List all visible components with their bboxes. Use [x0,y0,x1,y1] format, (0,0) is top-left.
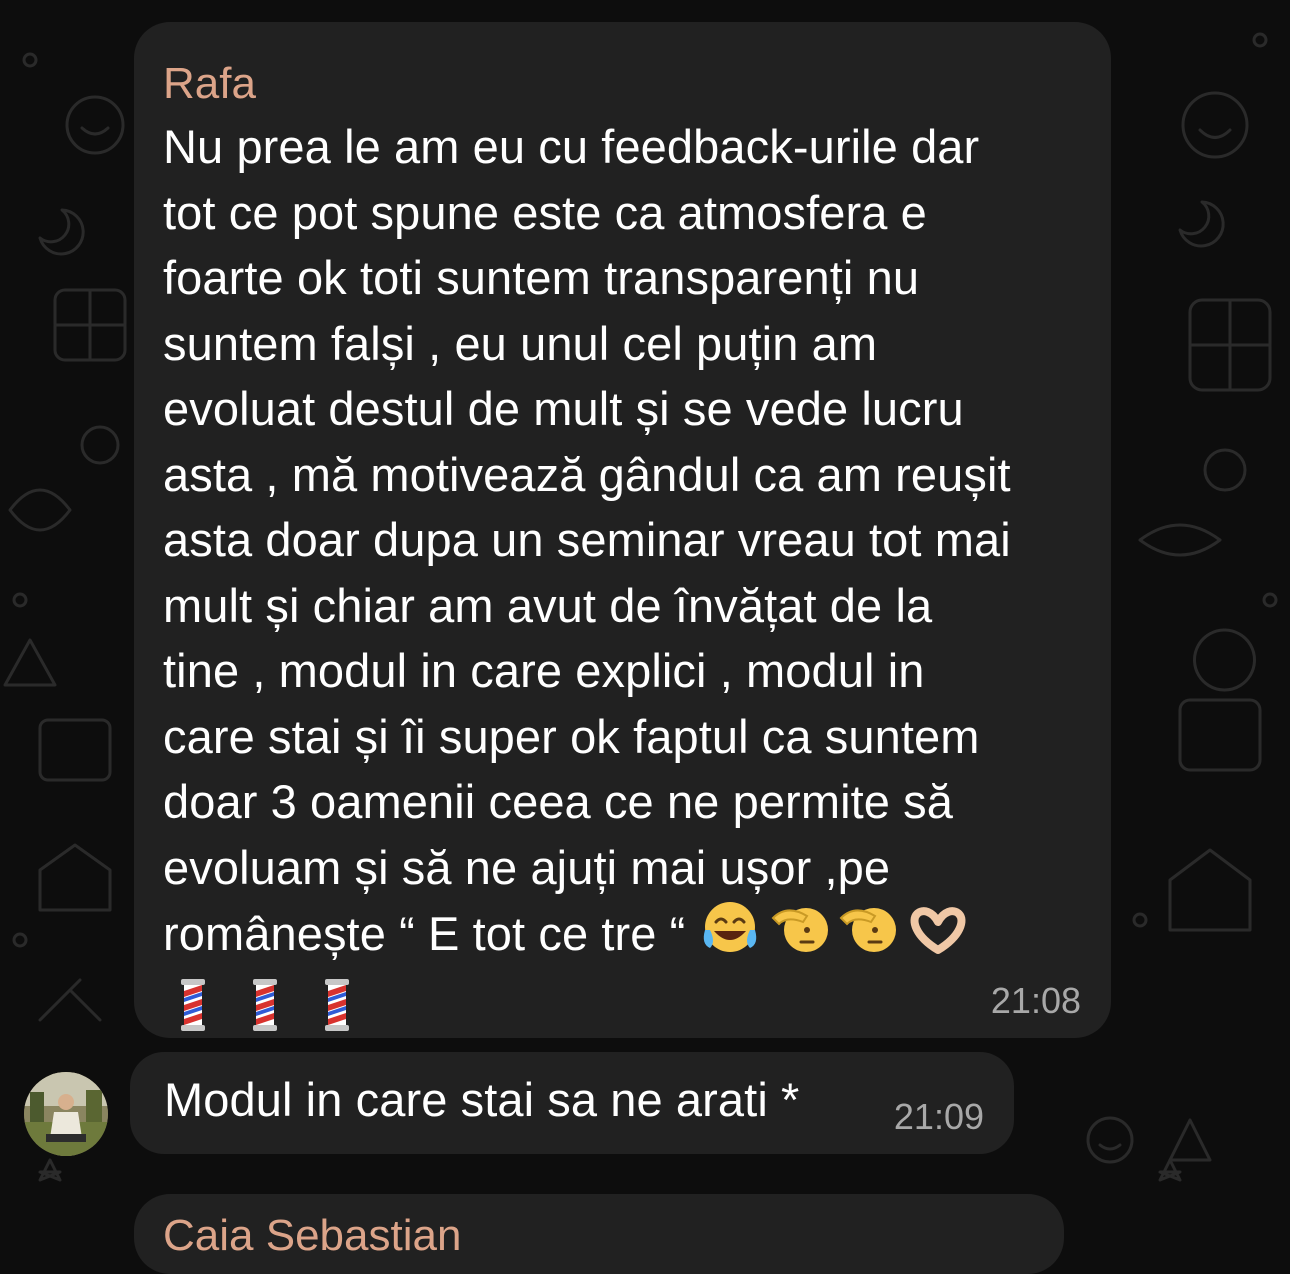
barber-pole-emoji-icon [319,977,355,1038]
heart-hands-emoji-icon [907,906,969,973]
user-avatar-icon [24,1072,108,1156]
message-time: 21:09 [893,1096,984,1137]
barber-pole-emoji-icon [247,977,283,1038]
saluting-face-emoji-icon [839,900,897,973]
avatar[interactable] [24,1072,108,1156]
message-bubble[interactable]: Rafa Nu prea le am eu cu feedback-urile … [134,22,1111,1038]
message-time: 21:08 [990,980,1081,1021]
message-text: Modul in care stai sa ne arati * [164,1073,800,1126]
barber-pole-emoji-icon [175,977,211,1038]
saluting-face-emoji-icon [771,900,829,973]
sender-name[interactable]: Caia Sebastian [163,1214,1064,1258]
message-body: Nu prea le am eu cu feedback-urile dar t… [163,120,1011,960]
tears-of-joy-emoji-icon [699,900,761,973]
message-bubble[interactable]: Modul in care stai sa ne arati * 21:09 [130,1052,1014,1154]
message-text: Nu prea le am eu cu feedback-urile dar t… [163,114,1081,973]
emoji-row [163,973,1081,1043]
message-bubble[interactable]: Caia Sebastian [134,1194,1064,1274]
sender-name[interactable]: Rafa [163,62,1081,106]
